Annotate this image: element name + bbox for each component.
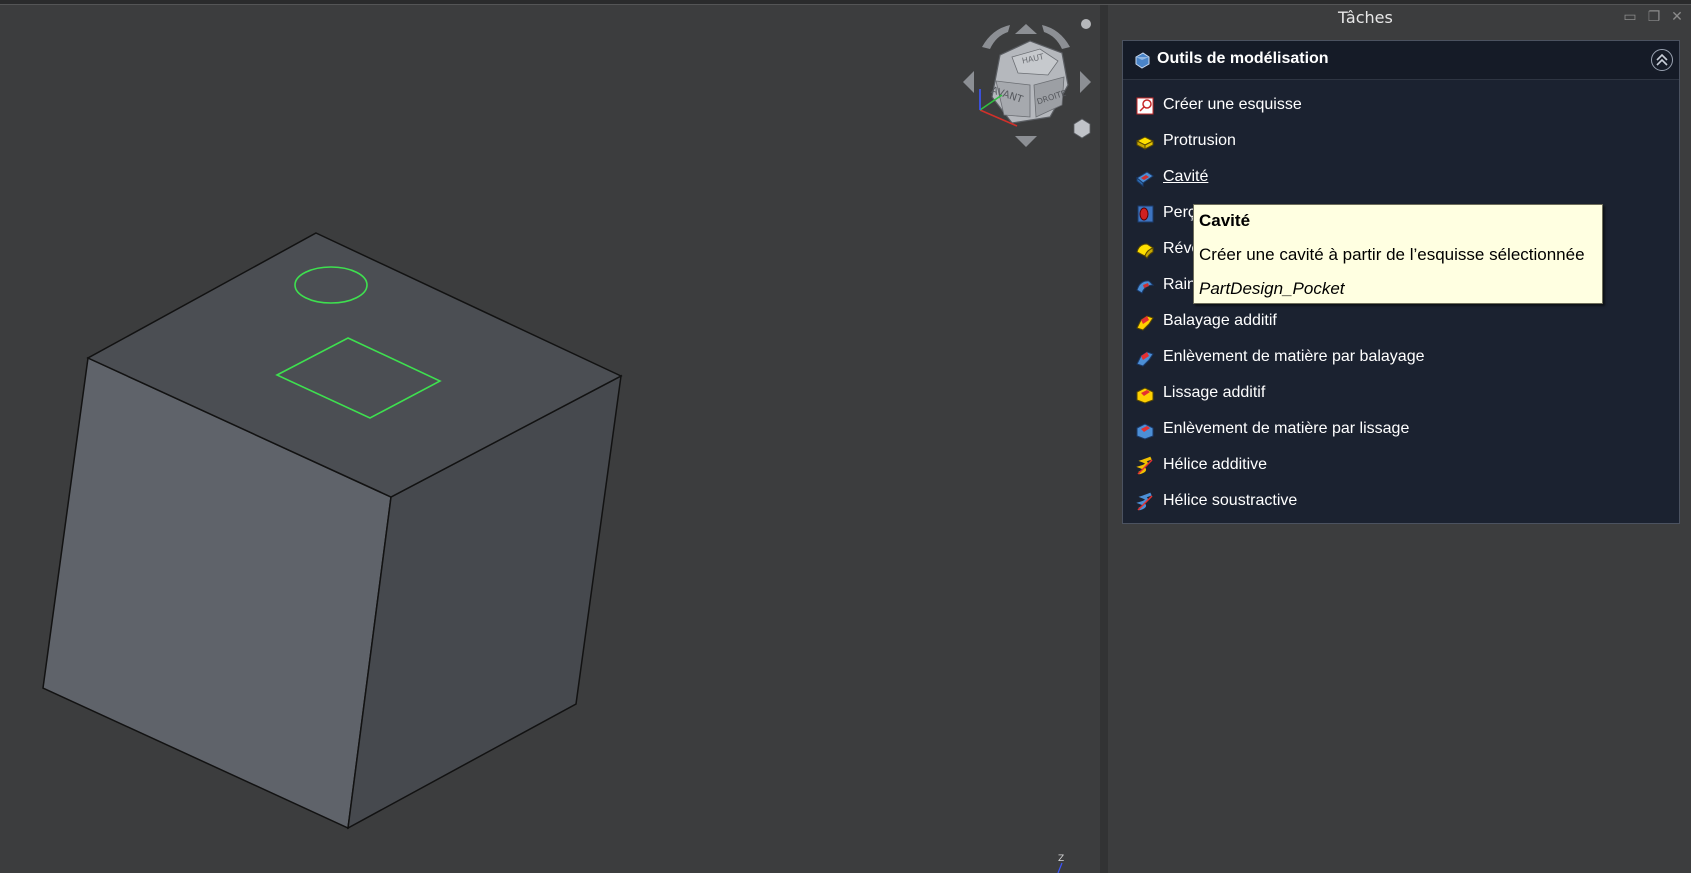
hole-icon <box>1137 205 1154 223</box>
nav-arrow-right[interactable] <box>1080 71 1091 93</box>
tool-item-label: Balayage additif <box>1163 312 1277 329</box>
tool-item-label: Enlèvement de matière par lissage <box>1163 420 1410 437</box>
tooltip-description: Créer une cavité à partir de l’esquisse … <box>1199 245 1585 264</box>
tool-list: Créer une esquisse Protrusion Cavité Per… <box>1123 88 1679 520</box>
tool-item-additive-helix[interactable]: Hélice additive <box>1123 448 1679 484</box>
tool-item-pocket[interactable]: Cavité <box>1123 160 1679 196</box>
revolution-icon <box>1136 243 1155 259</box>
tool-item-label: Hélice soustractive <box>1163 492 1298 509</box>
3d-viewport[interactable]: HAUT AVANT DROITE Z <box>0 5 1100 873</box>
groove-icon <box>1136 280 1155 294</box>
tool-item-label: Créer une esquisse <box>1163 96 1302 113</box>
tool-item-label: Cavité <box>1163 168 1209 185</box>
nav-view-menu-cube[interactable] <box>1073 118 1091 139</box>
subtractive-loft-icon <box>1136 423 1154 440</box>
pad-icon <box>1135 136 1155 150</box>
tool-item-create-sketch[interactable]: Créer une esquisse <box>1123 88 1679 124</box>
collapse-button[interactable] <box>1651 49 1673 71</box>
axis-z-label: Z <box>1058 854 1064 864</box>
subtractive-pipe-icon <box>1136 351 1154 367</box>
tool-item-label: Enlèvement de matière par balayage <box>1163 348 1425 365</box>
additive-loft-icon <box>1136 387 1154 404</box>
tool-item-label: Protrusion <box>1163 132 1236 149</box>
nav-rotate-left[interactable] <box>982 25 1010 49</box>
3d-scene[interactable]: HAUT AVANT DROITE Z <box>0 5 1100 873</box>
tooltip-title: Cavité <box>1199 211 1251 230</box>
task-panel-header: Tâches ▭ ❐ ✕ <box>1108 5 1691 31</box>
nav-arrow-up[interactable] <box>1015 24 1037 34</box>
chevron-up-icon <box>1656 53 1668 66</box>
tool-box-header[interactable]: Outils de modélisation <box>1123 41 1679 80</box>
tool-item-additive-loft[interactable]: Lissage additif <box>1123 376 1679 412</box>
tool-item-additive-pipe[interactable]: Balayage additif <box>1123 304 1679 340</box>
close-icon[interactable]: ✕ <box>1669 9 1685 25</box>
tool-box-title: Outils de modélisation <box>1157 50 1329 67</box>
navigation-cube[interactable]: HAUT AVANT DROITE <box>963 19 1091 147</box>
float-window-icon[interactable]: ❐ <box>1646 9 1662 25</box>
pocket-icon <box>1136 171 1154 188</box>
nav-menu-dot[interactable] <box>1081 19 1091 29</box>
additive-pipe-icon <box>1136 315 1154 331</box>
tool-item-subtractive-pipe[interactable]: Enlèvement de matière par balayage <box>1123 340 1679 376</box>
tool-item-label: Hélice additive <box>1163 456 1268 473</box>
corner-axis-indicator: Z <box>1057 854 1064 873</box>
tooltip-command-name: PartDesign_Pocket <box>1199 279 1345 298</box>
tool-item-pad[interactable]: Protrusion <box>1123 124 1679 160</box>
nav-arrow-down[interactable] <box>1015 136 1037 147</box>
task-panel-title: Tâches <box>1338 8 1393 27</box>
tool-item-subtractive-loft[interactable]: Enlèvement de matière par lissage <box>1123 412 1679 448</box>
additive-helix-icon <box>1136 456 1153 475</box>
sketch-icon <box>1136 97 1154 115</box>
tooltip: Cavité Créer une cavité à partir de l’es… <box>1193 204 1603 304</box>
tool-item-label: Lissage additif <box>1163 384 1266 401</box>
panel-splitter[interactable] <box>1100 5 1108 873</box>
task-panel: Tâches ▭ ❐ ✕ Outils de modélisation Crée… <box>1108 5 1691 873</box>
dock-toggle-icon[interactable]: ▭ <box>1622 9 1638 25</box>
nav-arrow-left[interactable] <box>963 71 974 93</box>
subtractive-helix-icon <box>1136 492 1153 511</box>
corner-axis-line <box>1057 862 1063 873</box>
partdesign-icon <box>1135 52 1150 69</box>
tool-item-subtractive-helix[interactable]: Hélice soustractive <box>1123 484 1679 520</box>
nav-rotate-right[interactable] <box>1042 25 1070 49</box>
